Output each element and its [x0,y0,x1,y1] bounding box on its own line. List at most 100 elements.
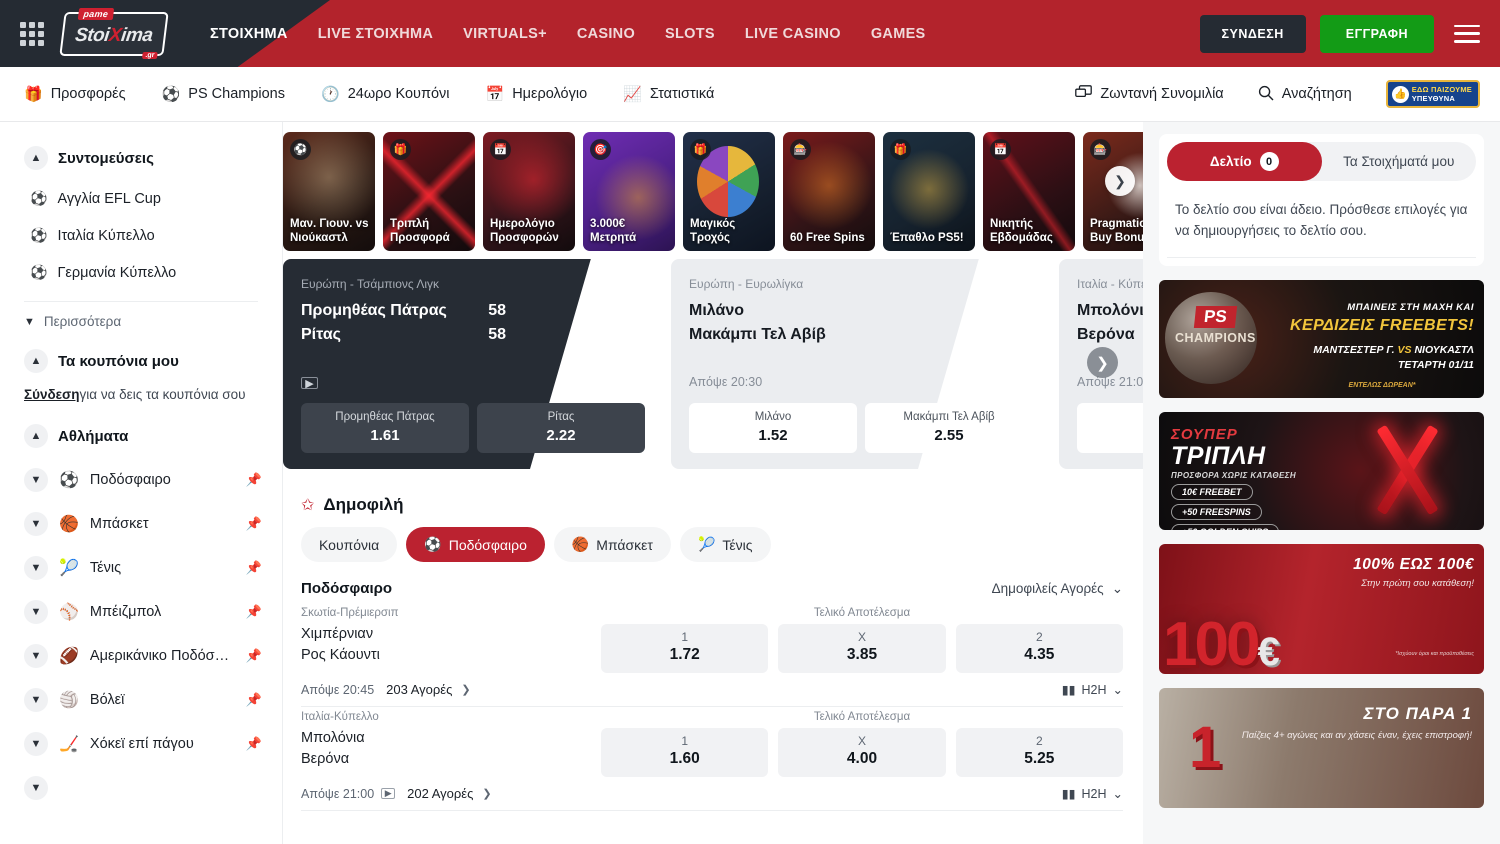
sidebar-signin-link[interactable]: Σύνδεση [24,387,80,402]
menu-item-games[interactable]: GAMES [871,26,926,42]
odd-value: 4.35 [960,646,1119,664]
apps-grid-icon[interactable] [20,22,44,46]
sidebar-section-my-coupons[interactable]: ▲ Τα κουπόνια μου [0,341,282,383]
odd-button-2[interactable]: 2 5.25 [956,728,1123,777]
match-markets-count[interactable]: 203 Αγορές [386,682,452,697]
live-stream-icon[interactable]: ▶ [301,377,318,389]
banner-welcome-100[interactable]: 100€ 100% ΕΩΣ 100€ Στην πρώτη σου κατάθε… [1159,544,1484,674]
live-chat-button[interactable]: Ζωντανή Συνομιλία [1075,85,1223,103]
sidebar-more-button[interactable]: ▼ Περισσότερα [0,302,282,341]
promo-title: Μαν. Γιουν. vs Νιούκαστλ [290,217,370,245]
pin-icon[interactable]: 📌 [246,516,262,532]
menu-item-live-casino[interactable]: LIVE CASINO [745,26,841,42]
match-top: Ιταλία-Κύπελλο Μπολόνια Βερόνα Τελικό Απ… [301,711,1123,777]
banner-pill-freespins: +50 FREESPINS [1171,504,1262,520]
sidebar-item-tennis[interactable]: ▼ 🎾 Τένις 📌 [0,546,282,590]
featured-match-card-live[interactable]: Ευρώπη - Τσάμπιονς Λιγκ Προμηθέας Πάτρας… [283,259,663,469]
promo-card-60-free-spins[interactable]: 🎰 60 Free Spins [783,132,875,251]
tab-my-bets[interactable]: Τα Στοιχήματά μου [1322,142,1477,181]
sidebar-item-germany-cup[interactable]: ⚽ Γερμανία Κύπελλο [0,254,282,291]
markets-dropdown[interactable]: Δημοφιλείς Αγορές ⌄ [992,581,1123,597]
pin-icon[interactable]: 📌 [246,736,262,752]
odd-button-x[interactable]: X 4.00 [778,728,945,777]
promo-card-ps-champions[interactable]: ⚽ Μαν. Γιουν. vs Νιούκαστλ [283,132,375,251]
sidebar-item-basketball[interactable]: ▼ 🏀 Μπάσκετ 📌 [0,502,282,546]
tab-basket[interactable]: 🏀 Μπάσκετ [554,527,671,562]
featured-odd-button[interactable]: Ρίτας 2.22 [477,403,645,453]
chevron-down-icon[interactable]: ▼ [24,556,48,580]
tab-kouponia[interactable]: Κουπόνια [301,527,397,562]
sidebar-section-shortcuts[interactable]: ▲ Συντομεύσεις [0,138,282,180]
hamburger-menu-icon[interactable] [1454,25,1480,43]
pin-icon[interactable]: 📌 [246,604,262,620]
promo-card-3000-cash[interactable]: 🎯 3.000€ Μετρητά [583,132,675,251]
subnav-item-imerologio[interactable]: 📅 Ημερολόγιο [486,86,588,102]
live-stream-icon[interactable]: ▶ [381,788,395,799]
subnav-item-statistika[interactable]: 📈 Στατιστικά [623,86,714,102]
menu-item-slots[interactable]: SLOTS [665,26,715,42]
chevron-down-icon[interactable]: ▼ [24,468,48,492]
login-button[interactable]: ΣΥΝΔΕΣΗ [1200,15,1306,53]
subnav-item-prosfores[interactable]: 🎁 Προσφορές [24,86,126,102]
chevron-down-icon[interactable]: ▼ [24,644,48,668]
h2h-button[interactable]: ▮▮ H2H ⌄ [1062,786,1123,801]
sidebar-item-volleyball[interactable]: ▼ 🏐 Βόλεϊ 📌 [0,678,282,722]
sidebar-item-ice-hockey[interactable]: ▼ 🏒 Χόκεϊ επί πάγου 📌 [0,722,282,766]
promo-card-winner-week[interactable]: 📅 Νικητής Εβδομάδας [983,132,1075,251]
promo-carousel-next-button[interactable]: ❯ [1105,166,1135,196]
chevron-right-icon[interactable]: ❯ [482,787,491,800]
search-button[interactable]: Αναζήτηση [1258,85,1352,104]
promo-card-ps-battles[interactable]: 🎁 Έπαθλο PS5! [883,132,975,251]
featured-match-card-milan[interactable]: Ευρώπη - Ευρωλίγκα Μιλάνο Μακάμπι Τελ Αβ… [671,259,1051,469]
banner-sto-para-1[interactable]: 1 ΣΤΟ ΠΑΡΑ 1 Παίζεις 4+ αγώνες και αν χά… [1159,688,1484,808]
subnav-item-ps-champions[interactable]: ⚽ PS Champions [162,86,285,102]
chevron-right-icon[interactable]: ❯ [461,683,470,696]
featured-odd-button[interactable]: Προμηθέας Πάτρας 1.61 [301,403,469,453]
odd-button-x[interactable]: X 3.85 [778,624,945,673]
responsible-gaming-badge[interactable]: 👍 ΕΔΩ ΠΑΙΖΟΥΜΕ ΥΠΕΥΘΥΝΑ [1386,80,1480,108]
sidebar-item-partial[interactable]: ▼ [0,766,282,810]
featured-carousel-next-button[interactable]: ❯ [1087,347,1118,378]
chevron-down-icon[interactable]: ▼ [24,688,48,712]
h2h-button[interactable]: ▮▮ H2H ⌄ [1062,682,1123,697]
pin-icon[interactable]: 📌 [246,692,262,708]
tab-betslip[interactable]: Δελτίο 0 [1167,142,1322,181]
tab-podosfairo[interactable]: ⚽ Ποδόσφαιρο [406,527,545,562]
chevron-down-icon[interactable]: ▼ [24,600,48,624]
register-button[interactable]: ΕΓΓΡΑΦΗ [1320,15,1434,53]
promo-card-imerologio[interactable]: 📅 Ημερολόγιο Προσφορών [483,132,575,251]
menu-item-casino[interactable]: CASINO [577,26,635,42]
sidebar-item-baseball[interactable]: ▼ ⚾ Μπέιζμπολ 📌 [0,590,282,634]
banner-ps-champions-freebets[interactable]: PS CHAMPIONS ΜΠΑΙΝΕΙΣ ΣΤΗ ΜΑΧΗ ΚΑΙ ΚΕΡΔΙ… [1159,280,1484,398]
sidebar-item-football[interactable]: ▼ ⚽ Ποδόσφαιρο 📌 [0,458,282,502]
banner-line-5: ΕΝΤΕΛΩΣ ΔΩΡΕΑΝ* [1290,382,1474,389]
sidebar-section-sports[interactable]: ▲ Αθλήματα [0,416,282,458]
banner-super-tripli[interactable]: ΣΟΥΠΕΡ ΤΡΙΠΛΗ ΠΡΟΣΦΟΡΑ ΧΩΡΙΣ ΚΑΤΑΘΕΣΗ 10… [1159,412,1484,530]
chevron-down-icon[interactable]: ▼ [24,732,48,756]
odd-button-1[interactable]: 1 1.60 [601,728,768,777]
odd-button-2[interactable]: 2 4.35 [956,624,1123,673]
menu-item-stoixima[interactable]: ΣΤΟΙΧΗΜΑ [210,26,288,42]
promo-card-tripli[interactable]: 🎁 Τριπλή Προσφορά [383,132,475,251]
featured-odd-button[interactable]: 1 1.60 [1077,403,1143,453]
featured-odd-button[interactable]: Μιλάνο 1.52 [689,403,857,453]
promo-card-magic-wheel[interactable]: 🎁 Μαγικός Τροχός [683,132,775,251]
sidebar-item-american-football[interactable]: ▼ 🏈 Αμερικάνικο Ποδόσ… 📌 [0,634,282,678]
menu-item-virtuals[interactable]: VIRTUALS+ [463,26,547,42]
odd-button-1[interactable]: 1 1.72 [601,624,768,673]
match-info[interactable]: Σκωτία-Πρέμιερσιπ Χιμπέρνιαν Ρος Κάουντι [301,607,601,673]
match-markets-count[interactable]: 202 Αγορές [407,786,473,801]
sidebar-item-italy-cup[interactable]: ⚽ Ιταλία Κύπελλο [0,217,282,254]
menu-item-live-stoixima[interactable]: LIVE ΣΤΟΙΧΗΜΑ [318,26,433,42]
chevron-down-icon[interactable]: ▼ [24,776,48,800]
site-logo[interactable]: pame StoiXima .gr [62,11,166,57]
tab-tennis[interactable]: 🎾 Τένις [680,527,771,562]
chevron-down-icon[interactable]: ▼ [24,512,48,536]
subnav-item-24oro-kouponi[interactable]: 🕐 24ωρο Κουπόνι [321,86,450,102]
pin-icon[interactable]: 📌 [246,648,262,664]
match-info[interactable]: Ιταλία-Κύπελλο Μπολόνια Βερόνα [301,711,601,777]
sidebar-item-efl-cup[interactable]: ⚽ Αγγλία EFL Cup [0,180,282,217]
featured-odd-button[interactable]: Μακάμπι Τελ Αβίβ 2.55 [865,403,1033,453]
pin-icon[interactable]: 📌 [246,560,262,576]
pin-icon[interactable]: 📌 [246,472,262,488]
